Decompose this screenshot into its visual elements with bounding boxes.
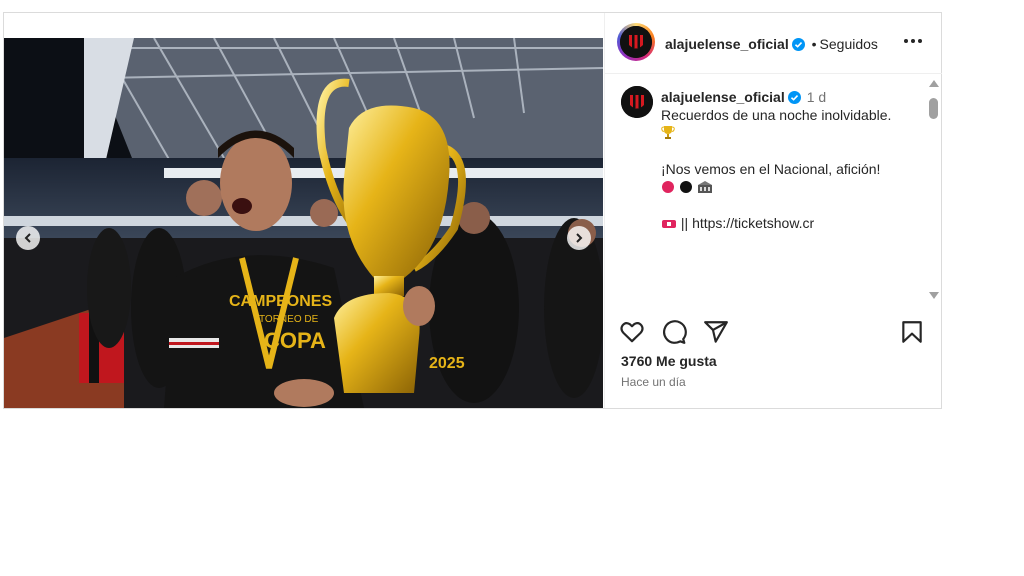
- more-options-icon[interactable]: [901, 31, 925, 51]
- username-link[interactable]: alajuelense_oficial: [665, 36, 789, 52]
- shirt-text: CAMPEONES: [229, 293, 332, 310]
- caption-line: Recuerdos de una noche inolvidable.: [661, 107, 892, 123]
- scroll-down-arrow-icon[interactable]: [929, 292, 939, 299]
- scroll-up-arrow-icon[interactable]: [929, 80, 939, 87]
- caption-scrollbar[interactable]: [927, 76, 939, 302]
- next-image-button[interactable]: [567, 226, 591, 250]
- previous-image-button[interactable]: [16, 226, 40, 250]
- caption-text: alajuelense_oficial 1 d Recuerdos de una …: [661, 88, 917, 232]
- verified-badge-icon: [787, 91, 801, 104]
- paper-plane-icon[interactable]: [703, 319, 729, 345]
- trophy-emoji: [661, 124, 917, 142]
- heart-icon[interactable]: [619, 319, 645, 345]
- avatar[interactable]: [621, 86, 653, 118]
- stadium-emoji-icon: [697, 181, 712, 193]
- caption-area: alajuelense_oficial 1 d Recuerdos de una …: [605, 74, 927, 306]
- caption-line: ¡Nos vemos en el Nacional, afición!: [661, 161, 881, 177]
- story-ring[interactable]: [617, 23, 655, 61]
- shirt-text: TORNEO DE: [259, 314, 319, 325]
- ticket-link[interactable]: https://ticketshow.cr: [692, 215, 814, 231]
- action-bar: [605, 317, 942, 351]
- chevron-left-icon: [24, 233, 31, 243]
- post-date[interactable]: Hace un día: [621, 375, 686, 389]
- verified-badge-icon: [791, 38, 805, 51]
- username-link[interactable]: alajuelense_oficial: [661, 89, 785, 105]
- link-prefix: ||: [680, 215, 689, 231]
- post-sidebar: alajuelense_oficial • Seguidos alajuelens…: [604, 13, 942, 408]
- instagram-post: CAMPEONES TORNEO DE COPA 2025 alajuelens…: [3, 12, 942, 409]
- post-photo: CAMPEONES TORNEO DE COPA 2025: [4, 38, 603, 408]
- following-button[interactable]: Seguidos: [820, 36, 878, 52]
- avatar[interactable]: [620, 26, 652, 58]
- comment-icon[interactable]: [661, 319, 687, 345]
- club-logo: [621, 86, 653, 118]
- ticket-emoji-icon: [662, 220, 676, 228]
- post-timestamp[interactable]: 1 d: [807, 89, 826, 105]
- separator: •: [811, 36, 817, 52]
- like-count[interactable]: 3760 Me gusta: [621, 353, 717, 369]
- scroll-thumb[interactable]: [929, 98, 938, 119]
- club-logo: [620, 26, 652, 58]
- shirt-text: 2025: [429, 355, 465, 372]
- shirt-text: COPA: [264, 328, 326, 353]
- club-colors-emoji: [661, 178, 917, 196]
- media-top-margin: [4, 13, 603, 38]
- post-media[interactable]: CAMPEONES TORNEO DE COPA 2025: [4, 38, 603, 408]
- post-header: alajuelense_oficial • Seguidos: [605, 13, 942, 74]
- header-user: alajuelense_oficial • Seguidos: [665, 36, 878, 52]
- chevron-right-icon: [576, 233, 583, 243]
- bookmark-icon[interactable]: [899, 319, 925, 345]
